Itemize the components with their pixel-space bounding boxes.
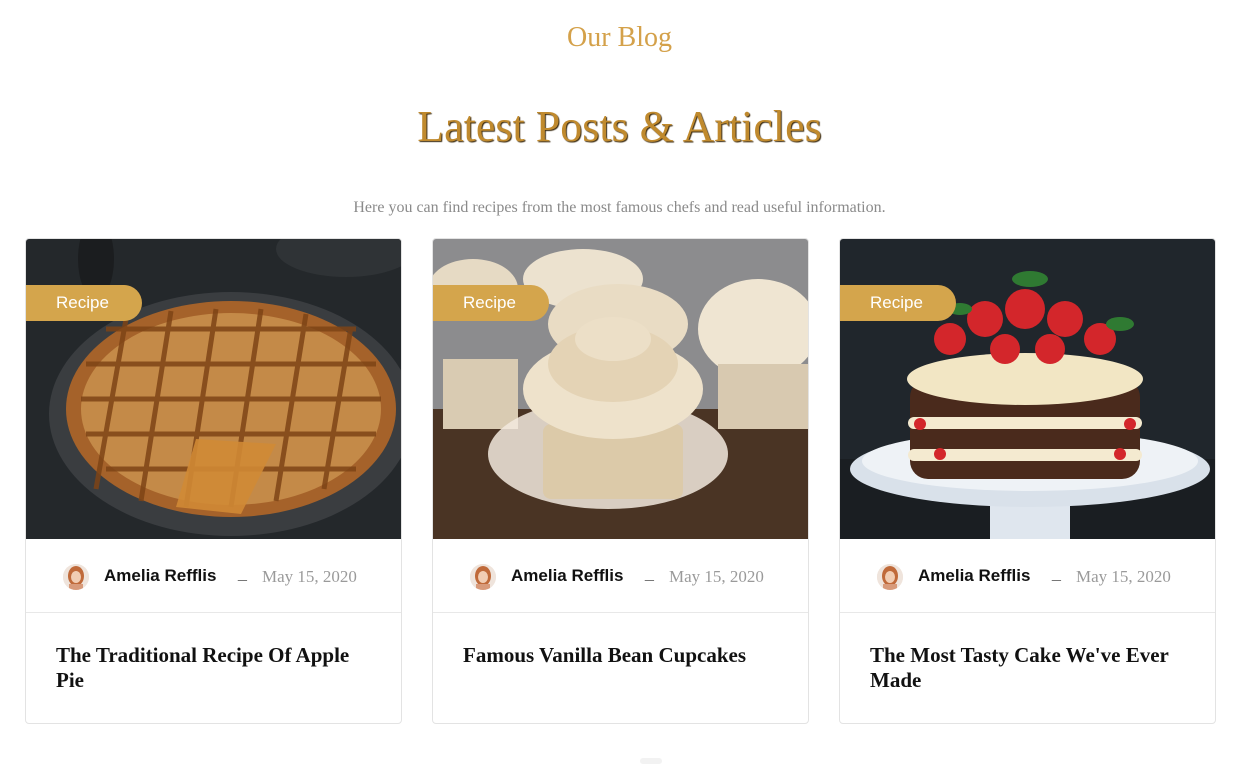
avatar [877,564,903,590]
section-intro: Here you can find recipes from the most … [353,199,886,216]
avatar [470,564,496,590]
strawberry-layer-cake-photo[interactable]: Recipe [840,239,1215,539]
blog-card[interactable]: Recipe Amelia Refflis _ May 15, 2020 The… [25,238,402,724]
meta-separator: _ [238,565,247,582]
author-name[interactable]: Amelia Refflis [918,566,1030,586]
post-meta: Amelia Refflis _ May 15, 2020 [26,539,401,613]
post-title[interactable]: The Most Tasty Cake We've Ever Made [870,643,1170,693]
post-title[interactable]: The Traditional Recipe Of Apple Pie [56,643,356,693]
vanilla-cupcakes-photo[interactable]: Recipe [433,239,808,539]
blog-card[interactable]: Recipe Amelia Refflis _ May 15, 2020 Fam… [432,238,809,724]
post-date: May 15, 2020 [1076,567,1171,586]
post-meta: Amelia Refflis _ May 15, 2020 [433,539,808,613]
category-tag[interactable]: Recipe [840,285,956,321]
carousel-indicator[interactable] [640,758,662,764]
post-title[interactable]: Famous Vanilla Bean Cupcakes [463,643,763,668]
post-meta: Amelia Refflis _ May 15, 2020 [840,539,1215,613]
post-date: May 15, 2020 [262,567,357,586]
apple-pie-photo[interactable]: Recipe [26,239,401,539]
section-headline: Latest Posts & Articles [417,102,822,151]
author-name[interactable]: Amelia Refflis [104,566,216,586]
post-date: May 15, 2020 [669,567,764,586]
meta-separator: _ [1052,565,1061,582]
section-eyebrow: Our Blog [567,22,672,53]
meta-separator: _ [645,565,654,582]
author-name[interactable]: Amelia Refflis [511,566,623,586]
category-tag[interactable]: Recipe [433,285,549,321]
blog-card[interactable]: Recipe Amelia Refflis _ May 15, 2020 The… [839,238,1216,724]
category-tag[interactable]: Recipe [26,285,142,321]
avatar [63,564,89,590]
